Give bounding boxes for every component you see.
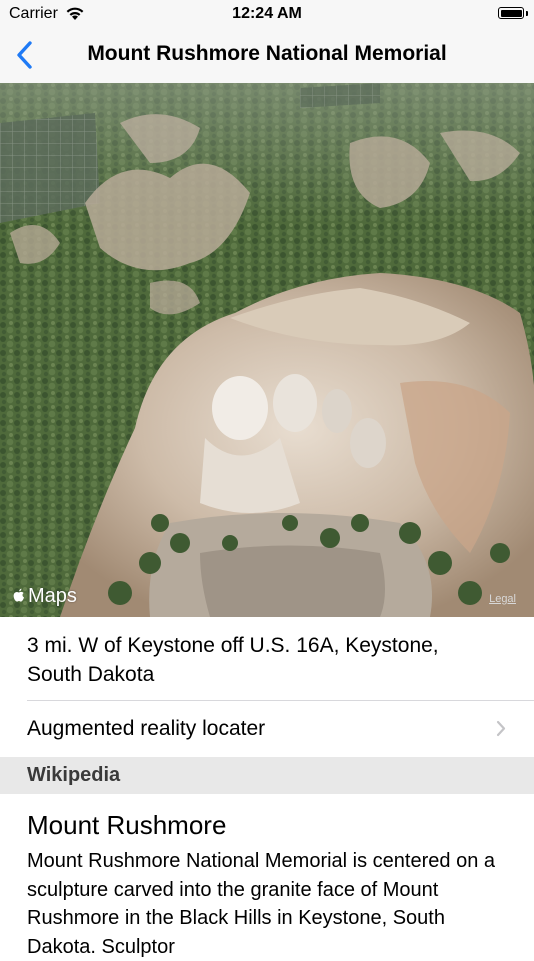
wikipedia-section-header: Wikipedia (0, 757, 534, 794)
chevron-left-icon (17, 41, 32, 69)
address-text: 3 mi. W of Keystone off U.S. 16A, Keysto… (27, 634, 439, 686)
section-title: Wikipedia (27, 764, 121, 786)
battery-nub (526, 11, 528, 16)
ar-row-label: Augmented reality locater (27, 717, 266, 740)
article-body: Mount Rushmore National Memorial is cent… (27, 850, 495, 958)
apple-logo-icon (13, 588, 24, 602)
battery-icon (498, 7, 524, 19)
maps-label: Maps (28, 585, 77, 607)
map-view[interactable]: Maps Legal (0, 83, 534, 617)
article-title: Mount Rushmore (27, 810, 227, 840)
navigation-bar: Mount Rushmore National Memorial (0, 28, 534, 84)
status-time: 12:24 AM (232, 5, 302, 22)
address-row: 3 mi. W of Keystone off U.S. 16A, Keysto… (0, 617, 534, 701)
legal-link[interactable]: Legal (489, 593, 516, 605)
augmented-reality-row[interactable]: Augmented reality locater (0, 701, 534, 757)
apple-maps-attribution: Maps (12, 585, 77, 608)
page-title: Mount Rushmore National Memorial (87, 42, 447, 65)
satellite-image (0, 83, 534, 617)
chevron-right-icon (496, 720, 506, 737)
battery-level (500, 9, 522, 17)
back-button[interactable] (12, 38, 40, 72)
status-bar: Carrier 12:24 AM (0, 0, 534, 28)
